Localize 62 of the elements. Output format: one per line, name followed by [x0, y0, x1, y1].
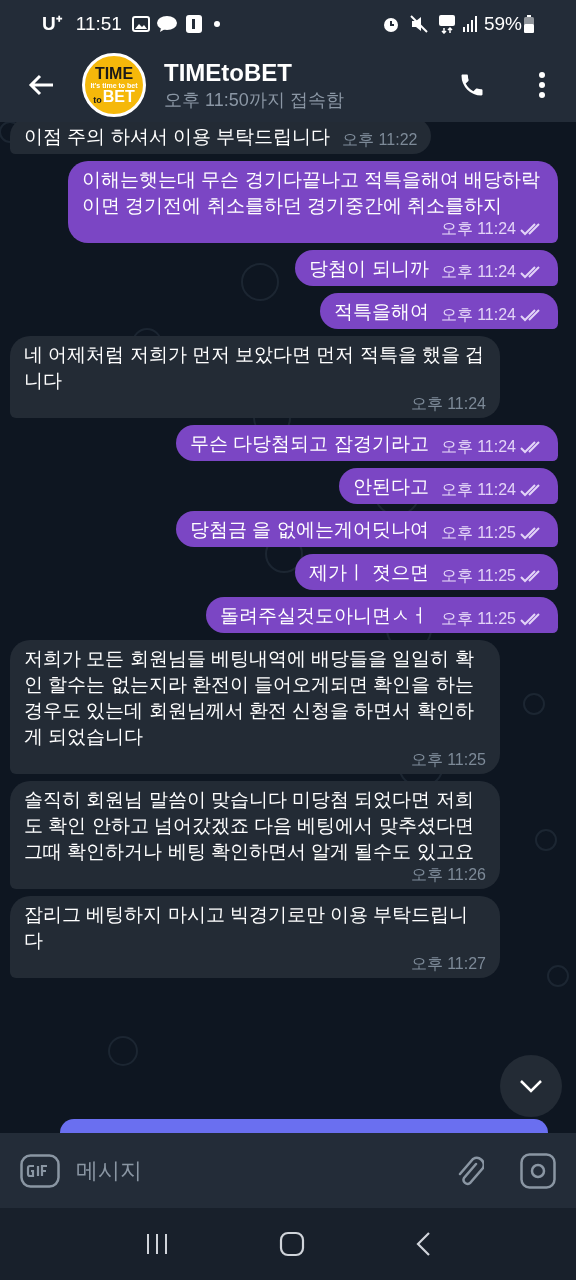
app-notification-icon	[185, 15, 202, 33]
sent-message-bubble[interactable]: 이해는햇는대 무슨 경기다끝나고 적특을해여 배당하락이면 경기전에 취소를하던 경기중간에 취소를하지 오후 11:24	[68, 161, 558, 243]
message-text: 잡리그 베팅하지 마시고 빅경기로만 이용 부탁드립니다	[24, 903, 470, 953]
message-text: 적특을해여	[333, 300, 429, 324]
message-text: 솔직히 회원님 말씀이 맞습니다 미당첨 되었다면 저희도 확인 안하고 넘어갔겠죠 다음 베팅에서 맞추셨다면 그때 확인하거나 베팅 확인하면서 알게 될수도 있고요	[24, 788, 475, 864]
message-text: 네 어제처럼 저희가 먼저 보았다면 먼저 적특을 했을 겁니다	[24, 343, 486, 393]
dot-icon	[213, 21, 220, 27]
message-text: 제가ㅣ 졋으면	[309, 561, 429, 585]
signal-icon	[461, 16, 478, 32]
sent-message-bubble[interactable]: 당첨이 되니까 오후 11:24	[295, 250, 558, 286]
more-icon	[538, 72, 546, 98]
message-text: 안된다고	[352, 475, 429, 499]
gallery-icon	[131, 16, 150, 32]
sent-message-bubble[interactable]: 제가ㅣ 졋으면 오후 11:25	[295, 554, 558, 590]
alarm-icon	[381, 15, 400, 33]
message-time: 오후 11:24	[440, 262, 516, 282]
message-text: 돌려주실것도아니면ㅅㅓ	[219, 604, 429, 628]
message-text: 무슨 다당첨되고 잡경기라고	[190, 432, 429, 456]
message-time: 오후 11:25	[410, 750, 486, 770]
message-time: 오후 11:24	[440, 219, 516, 239]
battery-percent: 59%	[483, 11, 522, 36]
home-icon[interactable]	[279, 1231, 305, 1257]
back-icon[interactable]	[415, 1231, 431, 1257]
message-time: 오후 11:24	[410, 394, 486, 414]
message-time: 오후 11:25	[440, 609, 516, 629]
sent-message-bubble[interactable]: 무슨 다당첨되고 잡경기라고 오후 11:24	[176, 425, 558, 461]
gif-icon[interactable]	[20, 1153, 60, 1188]
back-arrow-icon	[28, 74, 54, 96]
message-time: 오후 11:24	[440, 480, 516, 500]
sent-message-bubble[interactable]: 돌려주실것도아니면ㅅㅓ 오후 11:25	[205, 597, 558, 633]
chat-bubble-icon	[155, 15, 178, 33]
mute-icon	[409, 15, 428, 33]
message-time: 오후 11:24	[440, 305, 516, 325]
message-time: 오후 11:25	[440, 523, 516, 543]
received-message-bubble[interactable]: 네 어제처럼 저희가 먼저 보았다면 먼저 적특을 했을 겁니다 오후 11:24	[10, 336, 500, 418]
recent-apps-icon[interactable]	[145, 1232, 169, 1256]
message-time: 오후 11:27	[410, 954, 486, 974]
clock: 11:51	[75, 11, 122, 36]
message-text: 저희가 모든 회원님들 베팅내역에 배당들을 일일히 확인 할수는 없는지라 환전이 들어오게되면 확인을 하는 경우도 있는데 회원님께서 환전 신청을 하면서 확인하게 되었습니다	[24, 647, 475, 749]
sent-message-bubble[interactable]: 당첨금 을 없에는게어딧나여 오후 11:25	[176, 511, 558, 547]
message-text: 당첨금 을 없에는게어딧나여	[190, 518, 429, 542]
message-input[interactable]: 메시지	[76, 1154, 454, 1187]
sent-message-bubble[interactable]: 안된다고 오후 11:24	[338, 468, 558, 504]
message-text: 이점 주의 하셔서 이용 부탁드립니다	[24, 125, 331, 149]
battery-icon	[524, 15, 534, 33]
received-message-bubble[interactable]: 잡리그 베팅하지 마시고 빅경기로만 이용 부탁드립니다 오후 11:27	[10, 896, 500, 978]
message-text: 당첨이 되니까	[309, 257, 429, 281]
message-input-field[interactable]: 메시지	[0, 1133, 576, 1208]
message-time: 오후 11:22	[342, 130, 418, 150]
carrier-label: U⁺	[42, 11, 62, 36]
message-time: 오후 11:26	[410, 865, 486, 885]
message-time: 오후 11:24	[440, 437, 516, 457]
received-message-bubble[interactable]: 저희가 모든 회원님들 베팅내역에 배당들을 일일히 확인 할수는 없는지라 환전이 들어오게되면 확인을 하는 경우도 있는데 회원님께서 환전 신청을 하면서 확인하게 되었습니다 오후 11:25	[10, 640, 500, 774]
message-text: 이해는햇는대 무슨 경기다끝나고 적특을해여 배당하락이면 경기전에 취소를하던 경기중간에 취소를하지	[82, 168, 542, 218]
message-time: 오후 11:25	[440, 566, 516, 586]
sent-message-bubble[interactable]: 적특을해여 오후 11:24	[319, 293, 558, 329]
last-seen-status: 오후 11:50까지 접속함	[164, 89, 344, 112]
received-message-bubble[interactable]: 솔직히 회원님 말씀이 맞습니다 미당첨 되었다면 저희도 확인 안하고 넘어갔겠죠 다음 베팅에서 맞추셨다면 그때 확인하거나 베팅 확인하면서 알게 될수도 있고요 오후 11:26	[10, 781, 500, 889]
received-message-bubble[interactable]: 이점 주의 하셔서 이용 부탁드립니다 오후 11:22	[10, 122, 432, 154]
chat-title: TIMEtoBET	[164, 58, 293, 88]
camera-icon[interactable]	[520, 1152, 556, 1189]
chevron-down-icon	[519, 1079, 543, 1093]
